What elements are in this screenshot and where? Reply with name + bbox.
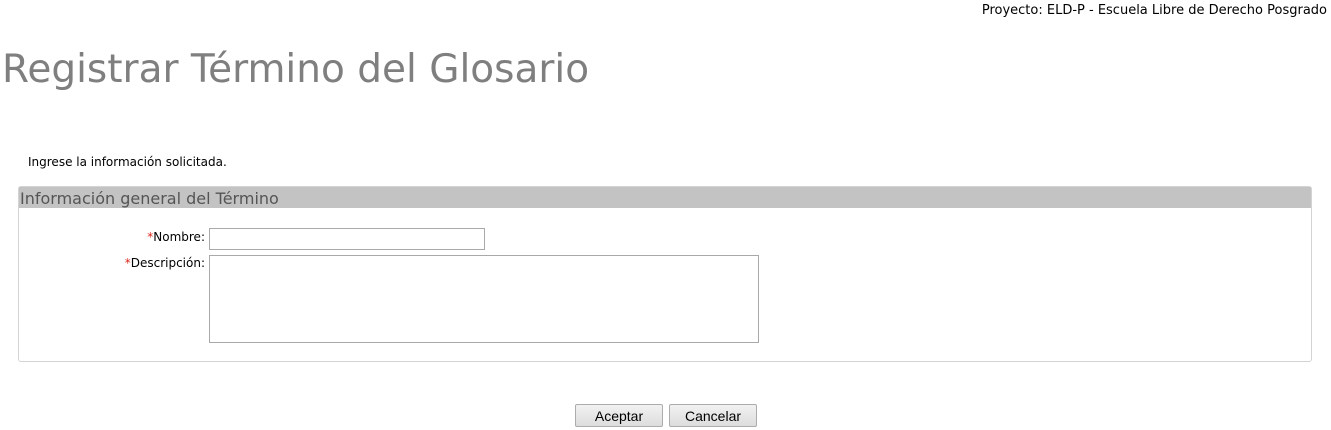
descripcion-label-text: Descripción:: [130, 256, 205, 270]
instruction-text: Ingrese la información solicitada.: [28, 155, 227, 169]
nombre-input[interactable]: [209, 228, 485, 250]
nombre-row: *Nombre:: [19, 228, 485, 250]
descripcion-label: *Descripción:: [19, 255, 205, 270]
cancel-button[interactable]: Cancelar: [669, 404, 757, 427]
nombre-label: *Nombre:: [19, 228, 205, 244]
project-name: Proyecto: ELD-P - Escuela Libre de Derec…: [981, 3, 1327, 18]
accept-button[interactable]: Aceptar: [575, 404, 663, 427]
term-general-info-section: Información general del Término *Nombre:…: [18, 186, 1312, 362]
nombre-label-text: Nombre:: [153, 230, 205, 244]
page-title: Registrar Término del Glosario: [2, 47, 590, 92]
section-title: Información general del Término: [19, 187, 1311, 208]
descripcion-textarea[interactable]: [209, 255, 759, 343]
descripcion-row: *Descripción:: [19, 255, 759, 343]
